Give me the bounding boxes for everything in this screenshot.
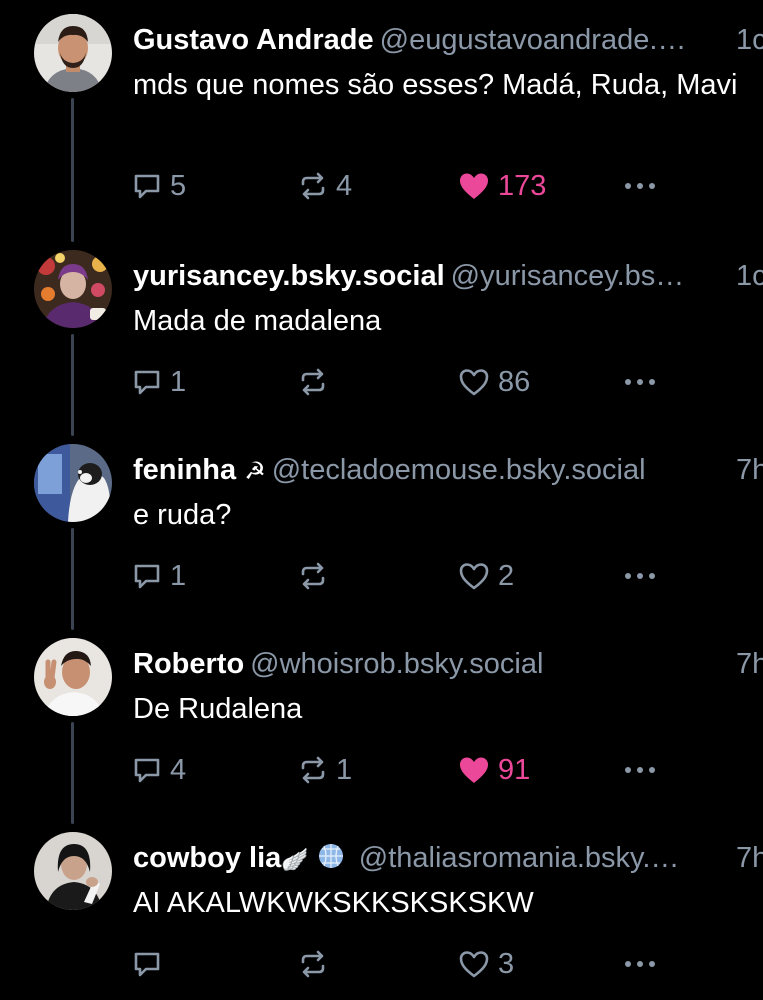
like-count: 86	[498, 365, 531, 398]
post-actions: 4 1 91	[132, 750, 732, 790]
ellipsis-icon	[625, 767, 655, 773]
repost-icon	[301, 562, 325, 590]
timestamp: 1c	[736, 260, 763, 292]
handle[interactable]: @whoisrob.bsky.social	[250, 648, 543, 680]
heart-outline-icon	[459, 951, 489, 978]
like-count: 91	[498, 753, 531, 786]
heart-outline-icon	[459, 369, 489, 396]
like-button[interactable]: 3	[458, 944, 514, 984]
more-options-button[interactable]	[622, 556, 658, 596]
avatar[interactable]	[34, 638, 112, 716]
post-text: De Rudalena	[133, 693, 303, 725]
handle[interactable]: @tecladoemouse.bsky.social	[272, 454, 646, 486]
post-text: AI AKALWKWKSKKSKSKSKW	[133, 887, 534, 919]
display-name[interactable]: feninha	[133, 454, 236, 486]
handle[interactable]: @thaliasromania.bsky.…	[359, 842, 680, 874]
reply-button[interactable]: 1	[132, 556, 186, 596]
ellipsis-icon	[625, 379, 655, 385]
reply-count: 1	[170, 559, 187, 592]
like-button[interactable]: 2	[458, 556, 514, 596]
repost-icon	[301, 756, 325, 784]
repost-count: 4	[336, 169, 353, 202]
reply-count: 5	[170, 169, 187, 202]
like-button[interactable]: 86	[458, 362, 530, 402]
heart-outline-icon	[459, 563, 489, 590]
repost-button[interactable]: 1	[298, 750, 352, 790]
display-name[interactable]: Roberto	[133, 648, 244, 680]
reply-icon	[134, 564, 160, 589]
ellipsis-icon	[625, 961, 655, 967]
timestamp: 7h	[736, 842, 763, 874]
reply-button[interactable]: 4	[132, 750, 186, 790]
disco-ball-icon	[318, 844, 343, 868]
like-count: 2	[498, 559, 515, 592]
more-options-button[interactable]	[622, 944, 658, 984]
reply-icon	[134, 952, 160, 977]
post-text: Mada de madalena	[133, 305, 382, 337]
reply-icon	[134, 758, 160, 783]
ellipsis-icon	[625, 573, 655, 579]
reply-icon	[134, 370, 160, 395]
post[interactable]: yurisancey.bsky.social @yurisancey.bs… 1c…	[0, 236, 763, 430]
post-actions: 1 86	[132, 362, 732, 402]
reply-count: 4	[170, 753, 187, 786]
repost-button[interactable]	[298, 556, 336, 596]
post[interactable]: feninha ☭ @tecladoemouse.bsky.social 7h e…	[0, 430, 763, 624]
reply-icon	[134, 174, 160, 199]
reply-button[interactable]: 5	[132, 166, 186, 206]
like-count: 173	[498, 169, 547, 202]
heart-filled-icon	[460, 173, 488, 199]
handle[interactable]: @yurisancey.bs…	[451, 260, 685, 292]
post-actions: 3	[132, 944, 732, 984]
avatar[interactable]	[34, 832, 112, 910]
repost-icon	[301, 172, 325, 200]
display-name[interactable]: cowboy lia	[133, 842, 281, 874]
repost-button[interactable]	[298, 944, 336, 984]
avatar[interactable]	[34, 444, 112, 522]
reply-count: 1	[170, 365, 187, 398]
repost-button[interactable]	[298, 362, 336, 402]
like-button[interactable]: 173	[458, 166, 546, 206]
post-text: e ruda?	[133, 499, 232, 531]
repost-icon	[301, 950, 325, 978]
hammer-sickle-icon: ☭	[244, 458, 266, 485]
heart-filled-icon	[460, 757, 488, 783]
avatar[interactable]	[34, 250, 112, 328]
reply-button[interactable]: 1	[132, 362, 186, 402]
avatar[interactable]	[34, 14, 112, 92]
ellipsis-icon	[625, 183, 655, 189]
post-text: mds que nomes são esses? Madá, Ruda, Mav…	[133, 69, 738, 101]
post[interactable]: cowboy lia🪽 @thaliasromania.bsky.… 7h AI…	[0, 818, 763, 1000]
more-options-button[interactable]	[622, 750, 658, 790]
post[interactable]: Roberto @whoisrob.bsky.social 7h De Rudal…	[0, 624, 763, 818]
post-actions: 1 2	[132, 556, 732, 596]
wing-icon: 🪽	[281, 847, 309, 872]
more-options-button[interactable]	[622, 362, 658, 402]
display-name[interactable]: Gustavo Andrade	[133, 24, 374, 56]
like-count: 3	[498, 947, 515, 980]
timestamp: 7h	[736, 454, 763, 486]
handle[interactable]: @eugustavoandrade.…	[380, 24, 687, 56]
like-button[interactable]: 91	[458, 750, 530, 790]
reply-button[interactable]	[132, 944, 170, 984]
more-options-button[interactable]	[622, 166, 658, 206]
display-name[interactable]: yurisancey.bsky.social	[133, 260, 445, 292]
repost-count: 1	[336, 753, 353, 786]
post-actions: 5 4 173	[132, 166, 732, 206]
repost-icon	[301, 368, 325, 396]
repost-button[interactable]: 4	[298, 166, 352, 206]
post[interactable]: Gustavo Andrade @eugustavoandrade.… 1c md…	[0, 0, 763, 202]
timestamp: 1c	[736, 24, 763, 56]
timestamp: 7h	[736, 648, 763, 680]
